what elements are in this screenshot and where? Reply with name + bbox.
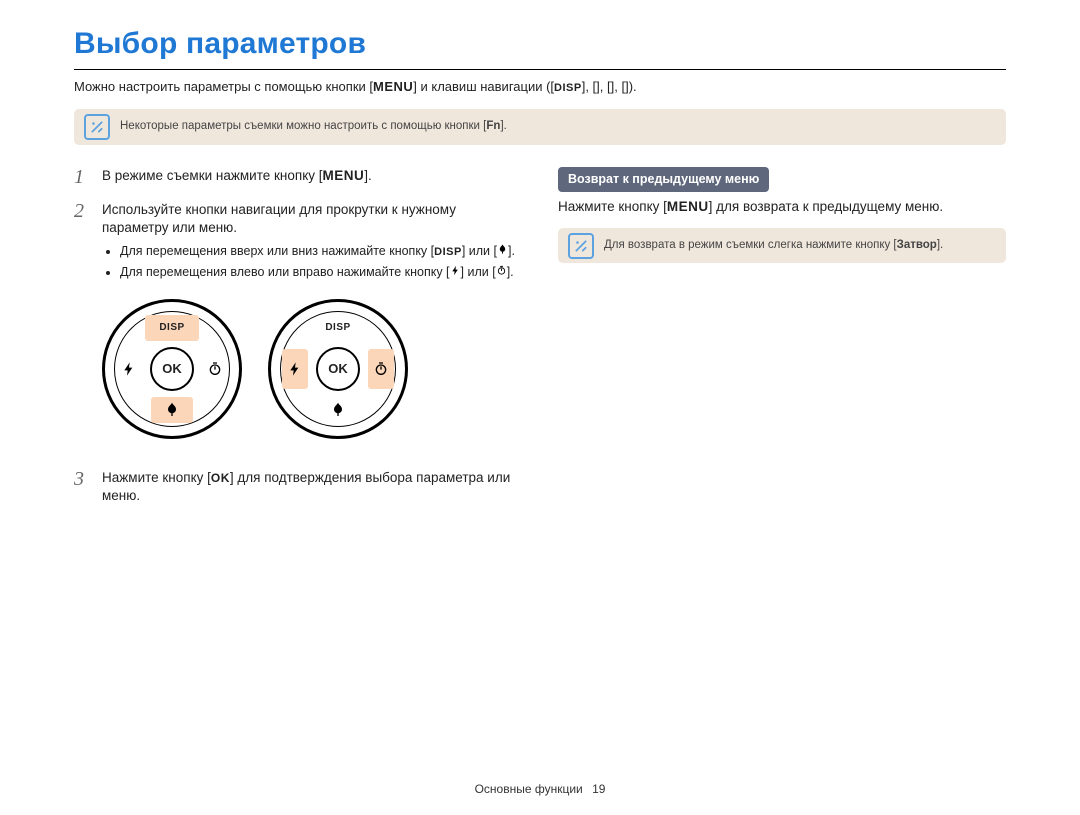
dial-timer-right [202,349,228,389]
dial-disp-up: DISP [311,315,365,341]
intro-text: ], [ [611,79,625,94]
left-column: 1 В режиме съемки нажмите кнопку [MENU].… [74,167,522,520]
bullet-text: Для перемещения влево или вправо нажимай… [120,265,450,279]
intro-text: ] и клавиш навигации ([ [413,79,554,94]
intro-paragraph: Можно настроить параметры с помощью кноп… [74,78,1006,96]
dial-flash-left [116,349,142,389]
bullet-item: Для перемещения влево или вправо нажимай… [120,264,522,281]
intro-text: ]). [625,79,637,94]
footer-section: Основные функции [475,782,583,796]
step-number: 1 [74,167,92,187]
menu-glyph: MENU [667,198,709,216]
menu-glyph: MENU [323,167,365,185]
info-text: Для возврата в режим съемки слегка нажми… [604,239,897,251]
flash-icon [450,264,461,281]
menu-glyph: MENU [373,78,413,96]
timer-icon [496,264,507,281]
page-footer: Основные функции 19 [0,781,1080,797]
return-instruction: Нажмите кнопку [MENU] для возврата к пре… [558,198,1006,216]
step-body: Используйте кнопки навигации для прокрут… [102,201,522,285]
shutter-bold: Затвор [897,239,937,251]
info-icon [84,114,110,140]
dial-disp-up: DISP [145,315,199,341]
text: Нажмите кнопку [ [558,199,667,214]
content-area: Выбор параметров Можно настроить парамет… [0,0,1080,519]
right-info-box: Для возврата в режим съемки слегка нажми… [558,228,1006,264]
intro-text: ], [ [596,79,610,94]
bullet-text: ]. [508,244,515,258]
section-heading-pill: Возврат к предыдущему меню [558,167,769,192]
dial-timer-right [368,349,394,389]
info-text: ]. [937,239,943,251]
nav-dial-horizontal: DISP OK [268,299,408,439]
step-text: Используйте кнопки навигации для прокрут… [102,202,456,235]
dial-macro-down [151,397,193,423]
bullet-text: ]. [507,265,514,279]
disp-glyph: DISP [554,81,582,96]
step-3: 3 Нажмите кнопку [OK] для подтверждения … [74,469,522,505]
info-text: ]. [500,120,506,132]
nav-dials-illustration: DISP OK DISP OK [102,299,522,439]
dial-ok-button: OK [150,347,194,391]
step-text: В режиме съемки нажмите кнопку [ [102,168,323,183]
footer-page-number: 19 [592,782,605,796]
two-column-layout: 1 В режиме съемки нажмите кнопку [MENU].… [74,167,1006,520]
dial-ok-button: OK [316,347,360,391]
page-title: Выбор параметров [74,24,1006,65]
bullet-item: Для перемещения вверх или вниз нажимайте… [120,243,522,260]
bullet-text: ] или [ [461,265,496,279]
top-info-box: Некоторые параметры съемки можно настрои… [74,109,1006,145]
disp-glyph: DISP [434,245,462,260]
title-rule [74,69,1006,70]
macro-icon [497,243,508,260]
step-number: 3 [74,469,92,505]
bullet-text: ] или [ [462,244,497,258]
step-1: 1 В режиме съемки нажмите кнопку [MENU]. [74,167,522,187]
document-page: Выбор параметров Можно настроить парамет… [0,0,1080,815]
right-column: Возврат к предыдущему меню Нажмите кнопк… [558,167,1006,286]
nav-dial-vertical: DISP OK [102,299,242,439]
step-text: ]. [364,168,372,183]
step-number: 2 [74,201,92,285]
bullet-text: Для перемещения вверх или вниз нажимайте… [120,244,434,258]
info-icon [568,233,594,259]
disp-label: DISP [325,321,350,335]
ok-glyph: OK [211,470,230,486]
step-body: В режиме съемки нажмите кнопку [MENU]. [102,167,522,187]
step-text: Нажмите кнопку [ [102,470,211,485]
info-text: Некоторые параметры съемки можно настрои… [120,120,486,132]
dial-flash-left [282,349,308,389]
step-2: 2 Используйте кнопки навигации для прокр… [74,201,522,285]
fn-glyph: Fn [486,120,500,132]
dial-macro-down [317,397,359,423]
intro-text: Можно настроить параметры с помощью кноп… [74,79,373,94]
step-body: Нажмите кнопку [OK] для подтверждения вы… [102,469,522,505]
text: ] для возврата к предыдущему меню. [709,199,943,214]
step-bullets: Для перемещения вверх или вниз нажимайте… [102,243,522,281]
disp-label: DISP [159,321,184,335]
intro-text: ], [ [582,79,596,94]
